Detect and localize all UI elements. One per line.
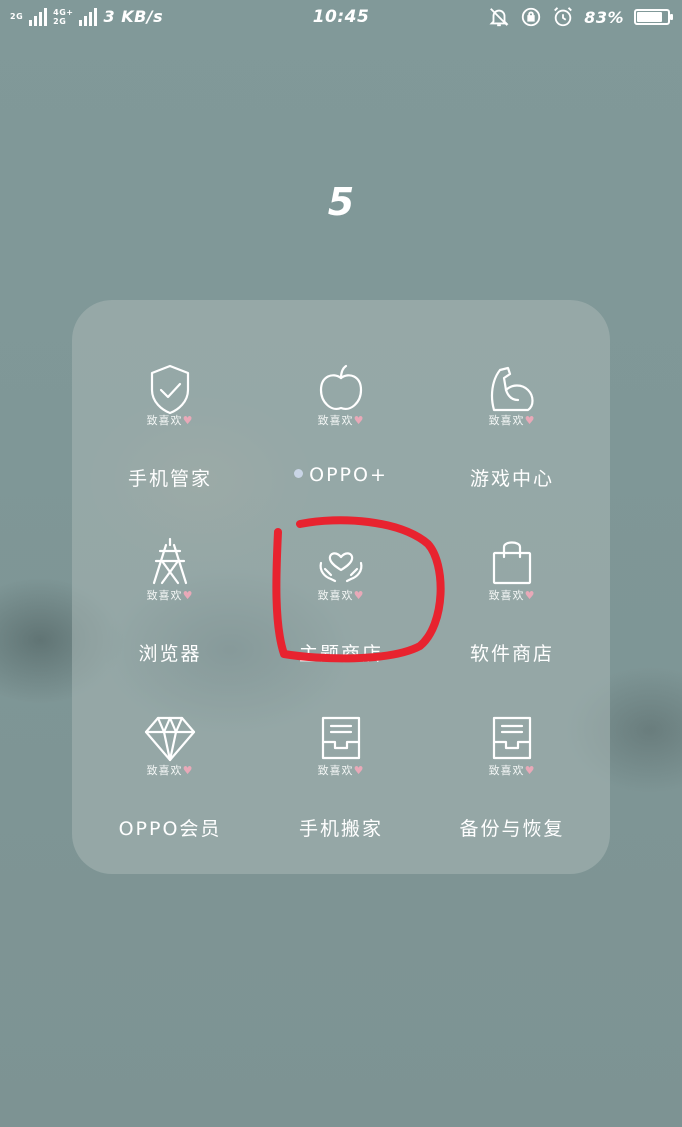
inbox-tray-icon (482, 710, 542, 770)
app-tag: 致喜欢♥ (488, 414, 536, 427)
app-tag: 致喜欢♥ (146, 589, 194, 602)
app-tag: 致喜欢♥ (146, 764, 194, 777)
app-label: OPPO会员 (118, 818, 222, 840)
app-phone-manager[interactable]: 致喜欢♥ 手机管家 (85, 360, 255, 520)
rotation-lock-icon (522, 7, 541, 27)
annotation-circle (272, 516, 445, 663)
apple-icon (311, 360, 371, 420)
app-game-center[interactable]: 致喜欢♥ 游戏中心 (427, 360, 597, 520)
status-right: 83% (488, 6, 673, 28)
app-label: 浏览器 (138, 643, 202, 665)
app-tag: 致喜欢♥ (488, 764, 536, 777)
heart-icon: ♥ (353, 414, 365, 427)
app-label: 软件商店 (469, 643, 554, 665)
heart-icon: ♥ (524, 589, 536, 602)
app-label: OPPO+ (256, 464, 426, 486)
shield-check-icon (140, 360, 200, 420)
heart-icon: ♥ (353, 764, 365, 777)
heart-icon: ♥ (524, 414, 536, 427)
battery-percent: 83% (584, 7, 624, 27)
app-backup-restore[interactable]: 致喜欢♥ 备份与恢复 (427, 710, 597, 870)
battery-icon (634, 9, 673, 25)
app-phone-clone[interactable]: 致喜欢♥ 手机搬家 (256, 710, 426, 870)
muscle-arm-icon (482, 360, 542, 420)
app-oppo-plus[interactable]: 致喜欢♥ OPPO+ (256, 360, 426, 520)
heart-icon: ♥ (182, 414, 194, 427)
folder-title[interactable]: 5 (0, 180, 682, 224)
new-indicator-dot (294, 469, 304, 478)
app-label: 手机搬家 (298, 818, 383, 840)
app-software-store[interactable]: 致喜欢♥ 软件商店 (427, 535, 597, 695)
app-label: 备份与恢复 (459, 818, 565, 840)
app-tag: 致喜欢♥ (488, 589, 536, 602)
heart-icon: ♥ (182, 764, 194, 777)
app-tag: 致喜欢♥ (146, 414, 194, 427)
shopping-bag-icon (482, 535, 542, 595)
heart-icon: ♥ (524, 764, 536, 777)
app-tag: 致喜欢♥ (317, 764, 365, 777)
battery-fill (637, 12, 662, 22)
app-browser[interactable]: 致喜欢♥ 浏览器 (85, 535, 255, 695)
alarm-icon (554, 7, 573, 27)
diamond-icon (140, 710, 200, 770)
inbox-tray-icon (311, 710, 371, 770)
status-bar: 2G 4G+ 2G 3 KB/s 10:45 83% (0, 0, 682, 36)
app-label: 手机管家 (127, 468, 212, 490)
heart-icon: ♥ (182, 589, 194, 602)
mute-vibrate-icon (489, 8, 509, 27)
app-tag: 致喜欢♥ (317, 414, 365, 427)
app-label: 游戏中心 (469, 468, 554, 490)
tower-icon (140, 535, 200, 595)
app-oppo-member[interactable]: 致喜欢♥ OPPO会员 (85, 710, 255, 870)
